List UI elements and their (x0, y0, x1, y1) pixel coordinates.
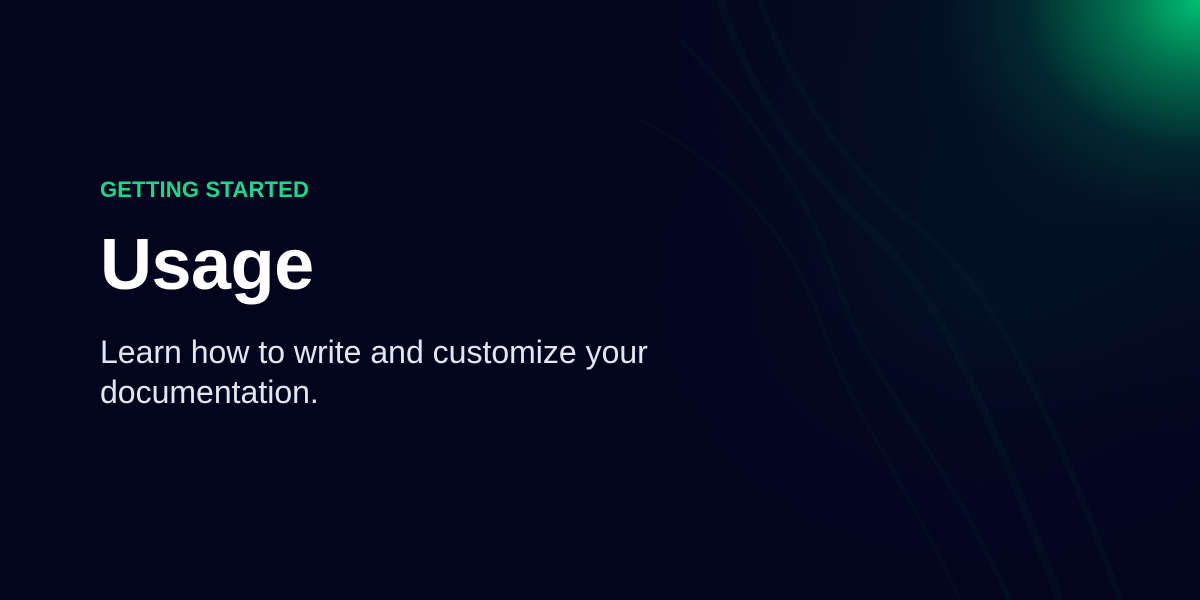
section-label: GETTING STARTED (100, 177, 310, 202)
page-card: GETTING STARTED Usage Learn how to write… (0, 0, 1200, 600)
hero-content: GETTING STARTED Usage Learn how to write… (100, 177, 720, 412)
page-description: Learn how to write and customize your do… (100, 334, 648, 410)
page-title: Usage (100, 225, 314, 305)
